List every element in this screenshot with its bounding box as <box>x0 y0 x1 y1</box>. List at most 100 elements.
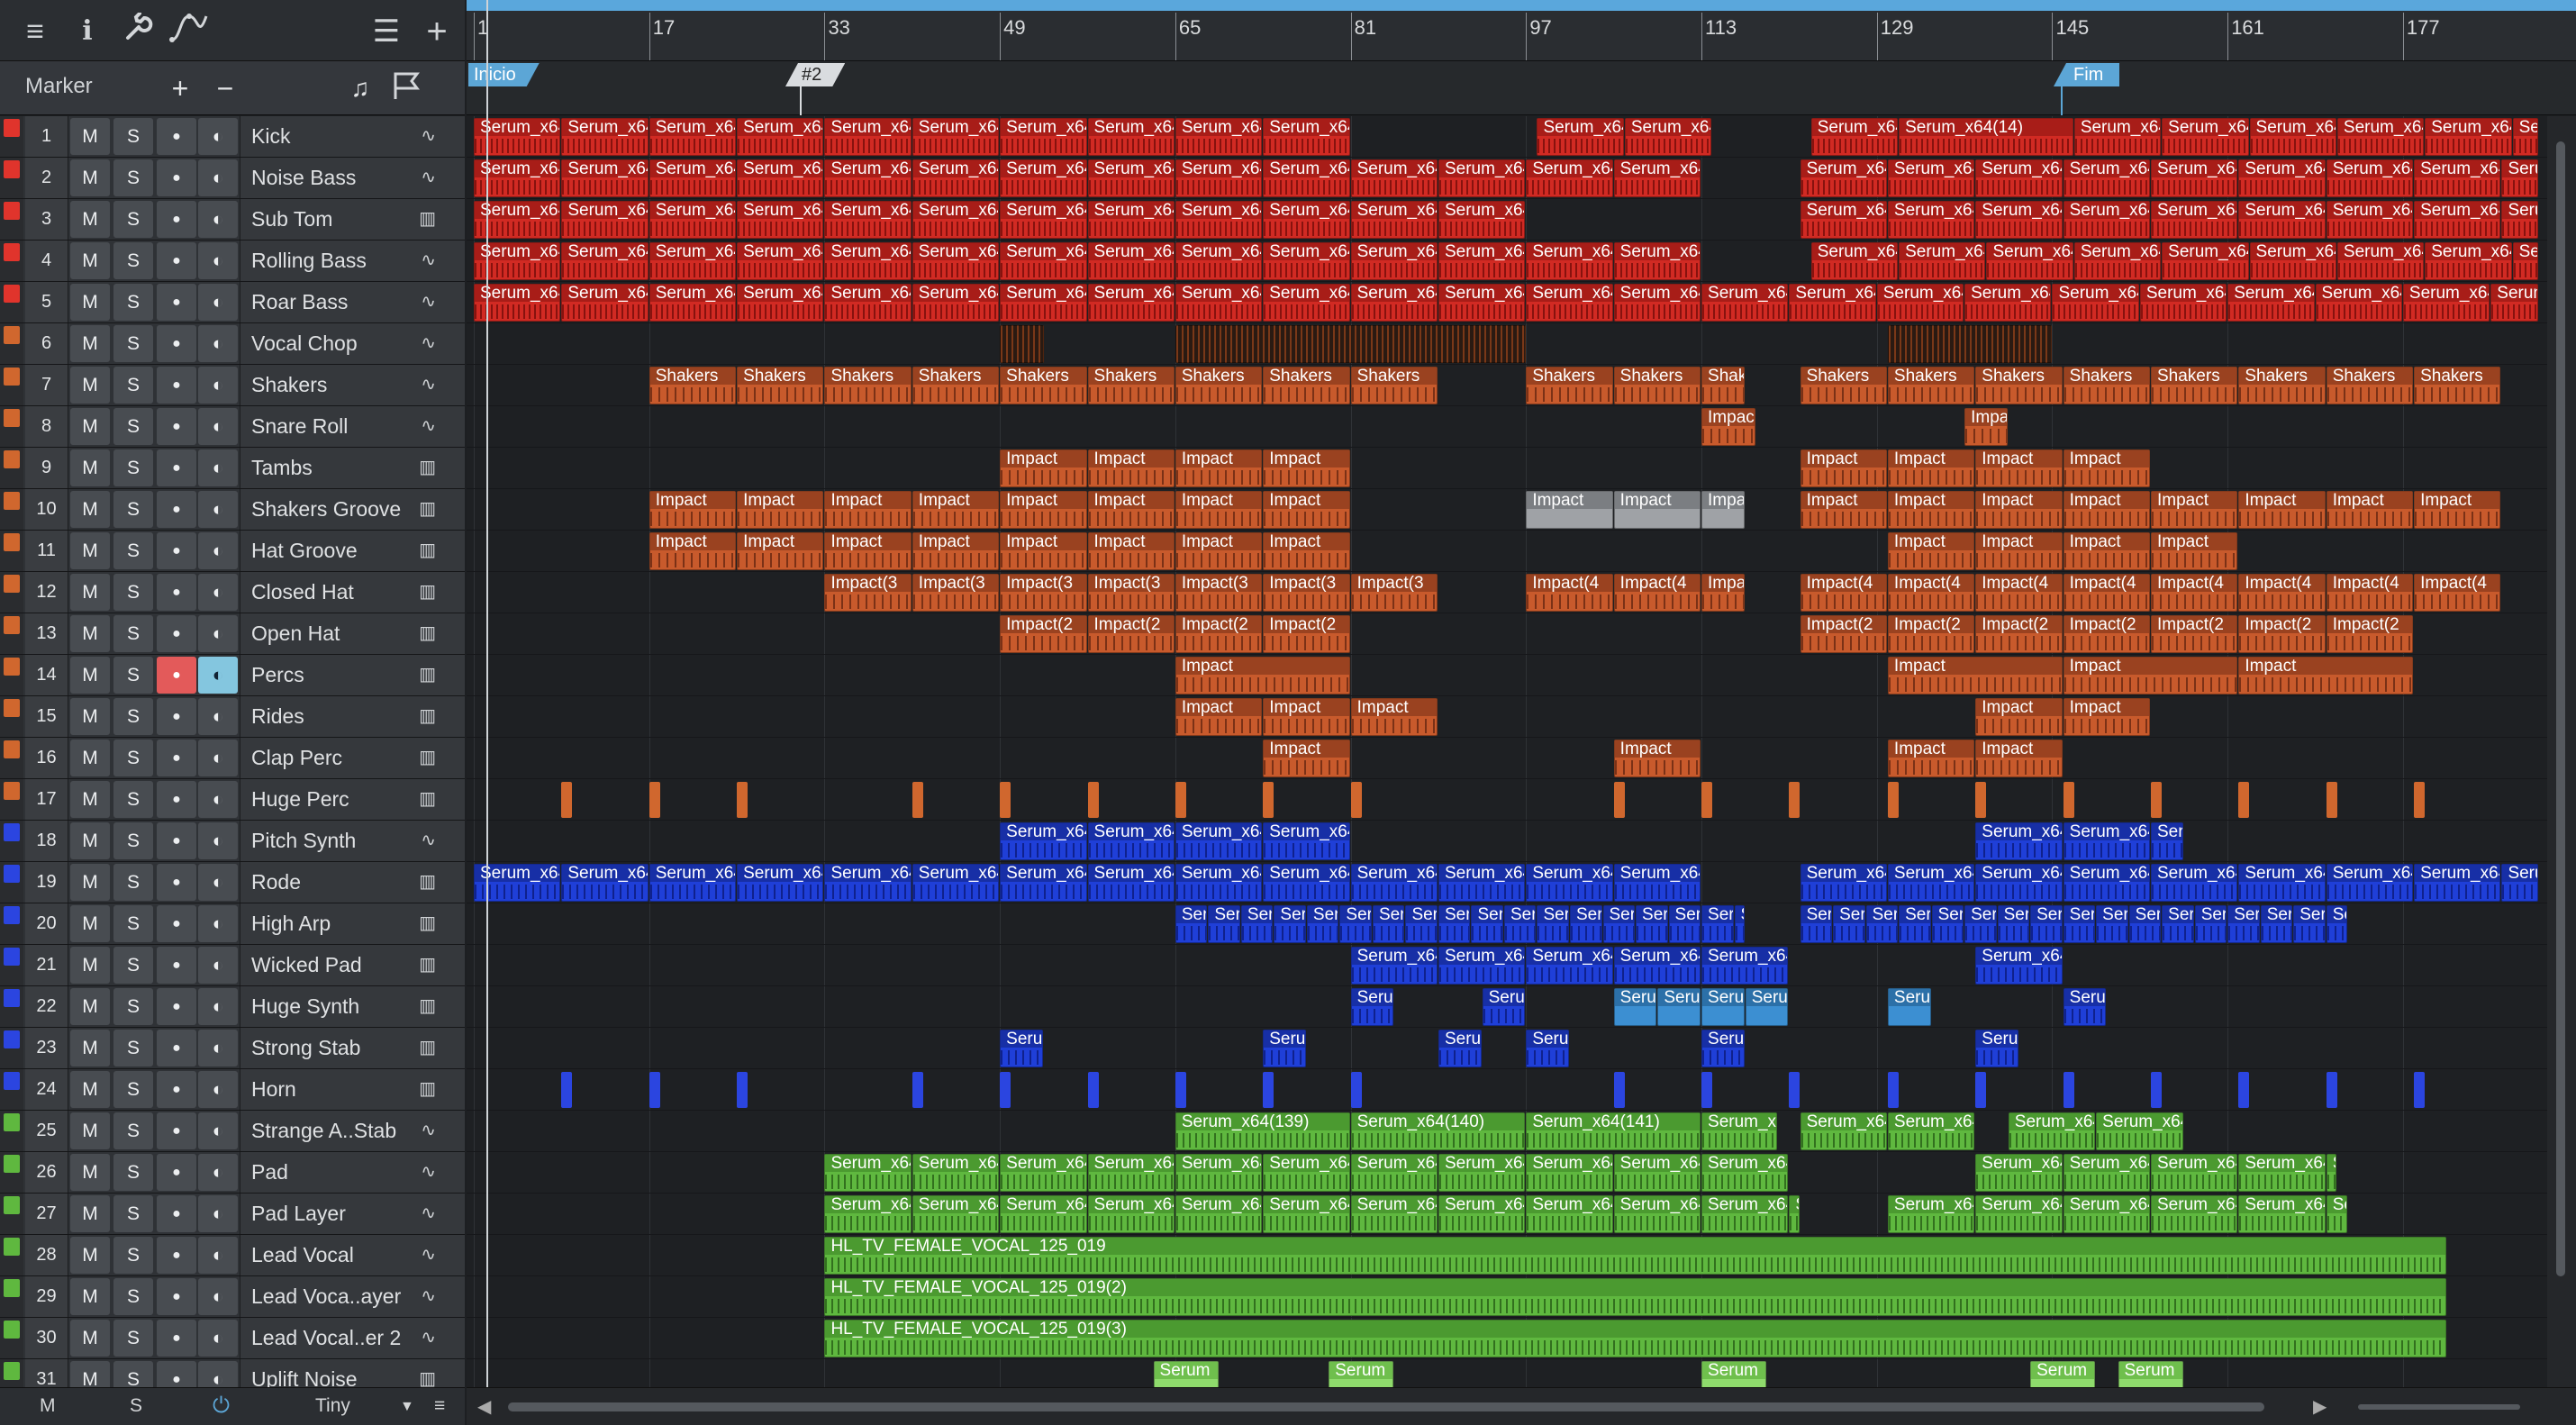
clip[interactable]: Impact <box>649 532 737 570</box>
mute-button[interactable]: M <box>70 1112 110 1149</box>
remove-marker-button[interactable]: − <box>207 70 243 106</box>
clip[interactable]: Serum_x64 <box>1000 159 1087 197</box>
clip[interactable]: Impact <box>2063 657 2238 694</box>
monitor-button[interactable]: ◐ <box>198 242 238 279</box>
record-arm-button[interactable]: ● <box>157 242 196 279</box>
monitor-button[interactable]: ◐ <box>198 1030 238 1066</box>
solo-button[interactable]: S <box>113 1112 153 1149</box>
clip[interactable]: Impact(4 <box>2326 574 2414 612</box>
record-arm-button[interactable]: ● <box>157 284 196 321</box>
clip[interactable]: Serum <box>1263 1030 1306 1067</box>
clip[interactable]: Impact(2 <box>2326 615 2414 653</box>
solo-button[interactable]: S <box>113 698 153 735</box>
clip[interactable]: Serum_x64 <box>2326 1195 2348 1233</box>
clip[interactable]: Serum_x64 <box>2402 284 2490 322</box>
solo-button[interactable]: S <box>113 491 153 528</box>
clip[interactable]: Serum_x64 <box>1087 242 1175 280</box>
monitor-button[interactable]: ◐ <box>198 1154 238 1191</box>
clip[interactable]: Serum_x64 <box>1087 822 1175 860</box>
clip[interactable]: Serum <box>2293 905 2326 943</box>
hamburger-icon[interactable]: ≡ <box>16 13 54 50</box>
clip[interactable]: Impact(3 <box>1087 574 1175 612</box>
clip[interactable]: Shakers <box>2151 367 2238 404</box>
clip[interactable]: Serum <box>1668 905 1701 943</box>
clip[interactable]: Impact <box>2238 491 2326 529</box>
clip[interactable]: Shakers <box>1087 367 1175 404</box>
track-color-strip[interactable] <box>0 448 23 488</box>
clip[interactable]: Impact(2 <box>1800 615 1887 653</box>
clip[interactable]: Serum_x64 <box>2073 118 2162 156</box>
clip[interactable]: Serum_x64 <box>2151 159 2238 197</box>
mute-button[interactable]: M <box>70 201 110 238</box>
clip[interactable]: Serum_x64 <box>824 284 912 322</box>
clip[interactable]: Impact(2 <box>2238 615 2326 653</box>
clip[interactable]: Serum <box>2063 988 2107 1026</box>
clip[interactable]: Serum_x64 <box>1887 1195 1975 1233</box>
clip[interactable]: Impact <box>824 532 912 570</box>
clip[interactable]: Serum_x64 <box>1350 201 1438 239</box>
clip[interactable]: Serum_x64 <box>737 159 824 197</box>
clip[interactable]: Serum_x64 <box>2063 1154 2150 1192</box>
clip[interactable]: Serum_x64 <box>1000 201 1087 239</box>
track-header[interactable]: 11 M S ● ◐ Hat Groove ▥ <box>0 531 465 572</box>
clip[interactable] <box>2238 1072 2250 1108</box>
clip[interactable]: Serum_x64 <box>1087 159 1175 197</box>
clip[interactable]: Serum <box>1339 905 1372 943</box>
clip[interactable]: Serum_x64 <box>2326 1154 2336 1192</box>
clip[interactable]: Impact <box>1526 491 1613 529</box>
clip[interactable]: Impact <box>1887 491 1975 529</box>
solo-button[interactable]: S <box>113 1237 153 1274</box>
clip[interactable] <box>2238 782 2250 818</box>
clip[interactable]: Serum_x64 <box>1438 1154 1526 1192</box>
solo-button[interactable]: S <box>113 1320 153 1357</box>
clip[interactable]: Serum_x64 <box>1975 201 2063 239</box>
clip[interactable]: Serum_x64 <box>1000 864 1087 902</box>
clip[interactable]: Shakers <box>649 367 737 404</box>
track-size-select[interactable]: Tiny <box>315 1395 350 1417</box>
track-color-strip[interactable] <box>0 821 23 861</box>
clip[interactable]: Serum_x64 <box>912 201 1000 239</box>
monitor-button[interactable]: ◐ <box>198 615 238 652</box>
clip[interactable]: Serum_x64 <box>824 201 912 239</box>
clip[interactable] <box>2063 1072 2074 1108</box>
clip[interactable] <box>1975 1072 1987 1108</box>
monitor-button[interactable]: ◐ <box>198 657 238 694</box>
monitor-button[interactable]: ◐ <box>198 864 238 901</box>
clip[interactable]: Serum_x64 <box>1613 1154 1701 1192</box>
monitor-button[interactable]: ◐ <box>198 408 238 445</box>
clip[interactable]: Serum_x64 <box>1350 242 1438 280</box>
solo-button[interactable]: S <box>113 822 153 859</box>
clip[interactable]: Serum_x64 <box>1789 284 1876 322</box>
clip[interactable]: Serum_x64 <box>1263 1154 1350 1192</box>
record-arm-button[interactable]: ● <box>157 201 196 238</box>
monitor-button[interactable]: ◐ <box>198 1237 238 1274</box>
clip[interactable]: Serum_x64 <box>2162 118 2249 156</box>
clip[interactable]: Serum_x64 <box>1438 864 1526 902</box>
clip[interactable]: Serum_x64 <box>649 118 737 156</box>
clip[interactable]: Serum_x64 <box>2414 159 2501 197</box>
clip[interactable]: Serum <box>1175 905 1208 943</box>
track-header[interactable]: 18 M S ● ◐ Pitch Synth ∿ <box>0 821 465 862</box>
clip[interactable]: HL_TV_FEMALE_VOCAL_125_019(2) <box>824 1278 2446 1316</box>
clip[interactable]: Serum_x64 <box>2315 284 2402 322</box>
mute-button[interactable]: M <box>70 947 110 984</box>
clip[interactable]: Serum_x64 <box>1175 159 1263 197</box>
clip[interactable] <box>1175 782 1186 818</box>
clip[interactable]: Serum <box>1438 905 1471 943</box>
clip[interactable]: Serum <box>1833 905 1865 943</box>
clip[interactable]: Serum_x64 <box>1810 242 1899 280</box>
clip[interactable]: Shakers <box>2326 367 2414 404</box>
solo-button[interactable]: S <box>113 905 153 942</box>
monitor-button[interactable]: ◐ <box>198 1278 238 1315</box>
record-arm-button[interactable]: ● <box>157 449 196 486</box>
clip[interactable]: Serum_x64(141) <box>1526 1112 1701 1150</box>
clip[interactable]: Serum <box>1274 905 1306 943</box>
clip[interactable]: Serum <box>1306 905 1339 943</box>
clip[interactable]: Serum_x64 <box>1263 284 1350 322</box>
clip[interactable]: Serum_x64 <box>1087 864 1175 902</box>
clip[interactable]: Serum_x64(14) <box>1899 118 2073 156</box>
clip[interactable]: Serum_x64 <box>1350 864 1438 902</box>
clip[interactable]: Serum_x64 <box>2238 159 2326 197</box>
clip[interactable]: Serum_x64 <box>649 864 737 902</box>
clip[interactable]: Serum <box>1438 1030 1482 1067</box>
